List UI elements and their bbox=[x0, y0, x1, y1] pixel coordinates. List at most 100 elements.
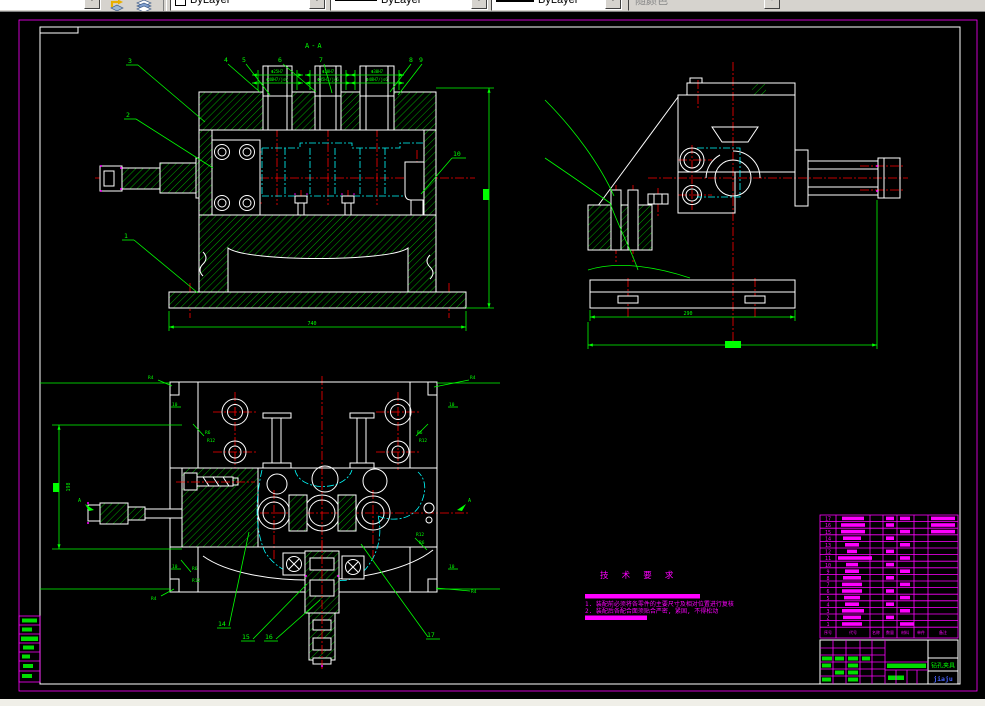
object-properties-toolbar: ▼ ByLayer ▼ ByLayer ▼ ByLayer ▼ 随颜色 ▼ bbox=[0, 0, 985, 12]
chevron-down-icon[interactable]: ▼ bbox=[471, 0, 487, 9]
bom-row-no: 6 bbox=[826, 589, 829, 595]
color-control-value: ByLayer bbox=[190, 0, 231, 6]
bom-row-no: 14 bbox=[825, 536, 831, 542]
radius-label-r12: R12 bbox=[207, 438, 215, 444]
dim-side-base: 290 bbox=[683, 311, 692, 317]
balloon-1: 1 bbox=[124, 232, 128, 240]
balloon-9: 9 bbox=[419, 56, 423, 64]
layer-properties-button[interactable] bbox=[131, 0, 156, 11]
dim-plan-height: 198 bbox=[66, 482, 72, 491]
dim-front-width: 740 bbox=[307, 321, 316, 327]
datum-marker bbox=[53, 483, 59, 492]
tech-req-title: 技 术 要 求 bbox=[600, 570, 677, 581]
clamp-plate-block bbox=[209, 139, 261, 216]
drill-bushing-2 bbox=[314, 65, 342, 131]
datum-marker bbox=[483, 189, 489, 200]
balloon-17: 17 bbox=[427, 631, 435, 639]
clamp-strip bbox=[176, 467, 259, 548]
balloon-5: 5 bbox=[242, 56, 246, 64]
balloon-14: 14 bbox=[218, 620, 226, 628]
bom-header: 材料 bbox=[901, 629, 909, 635]
linetype-control-dropdown[interactable]: ByLayer ▼ bbox=[330, 0, 489, 11]
chevron-down-icon[interactable]: ▼ bbox=[84, 0, 100, 9]
radius-label-r12: R12 bbox=[419, 438, 427, 444]
dim-bushing3-bottom: Φ48H7/js6 bbox=[366, 77, 388, 82]
radius-label-r4: R4 bbox=[471, 589, 477, 595]
layers-icon bbox=[135, 0, 152, 11]
bom-row-no: 2 bbox=[826, 616, 829, 622]
bom-header: 单件 bbox=[917, 629, 925, 635]
bom-row-no: 12 bbox=[825, 550, 831, 556]
linetype-control-value: ByLayer bbox=[381, 0, 422, 6]
dim-bushing1-bottom: Φ40H7/js6 bbox=[266, 77, 288, 82]
bom-row-no: 10 bbox=[825, 563, 831, 569]
bom-row-no: 13 bbox=[825, 543, 831, 549]
bom-header: 名称 bbox=[872, 629, 880, 635]
layer-current-icon bbox=[109, 0, 124, 11]
radius-label-r4: R4 bbox=[151, 596, 157, 602]
status-bar-strip bbox=[0, 699, 985, 706]
balloon-8: 8 bbox=[409, 56, 413, 64]
radius-label-r6: R6 bbox=[205, 430, 211, 436]
bom-row-no: 5 bbox=[826, 596, 829, 602]
chevron-down-icon[interactable]: ▼ bbox=[309, 0, 325, 9]
bom-row-no: 1 bbox=[826, 622, 829, 628]
color-control-dropdown[interactable]: ByLayer ▼ bbox=[170, 0, 327, 11]
tech-req-highlight-bar bbox=[585, 594, 700, 599]
drawing-file-label: jiaju bbox=[933, 675, 953, 683]
section-arrow-label: A bbox=[468, 498, 471, 504]
paper-space-background bbox=[0, 11, 985, 699]
linetype-sample bbox=[335, 0, 377, 1]
balloon-2: 2 bbox=[126, 111, 130, 119]
section-arrow-label: A bbox=[78, 498, 81, 504]
chevron-down-icon[interactable]: ▼ bbox=[605, 0, 621, 9]
bom-row-no: 9 bbox=[826, 569, 829, 575]
radius-label-r12: R12 bbox=[192, 578, 200, 584]
section-label: A-A bbox=[305, 42, 324, 50]
balloon-10: 10 bbox=[453, 150, 461, 158]
balloon-6: 6 bbox=[278, 56, 282, 64]
lineweight-control-dropdown[interactable]: ByLayer ▼ bbox=[491, 0, 623, 11]
radius-label-r4: R4 bbox=[470, 375, 476, 381]
balloon-15: 15 bbox=[242, 633, 250, 641]
chevron-down-icon: ▼ bbox=[764, 0, 780, 9]
bom-row-no: 3 bbox=[826, 609, 829, 615]
balloon-7: 7 bbox=[319, 56, 323, 64]
lineweight-sample bbox=[496, 0, 534, 2]
color-swatch bbox=[175, 0, 186, 6]
dim-bushing2-top: Φ20H7 bbox=[322, 69, 335, 74]
radius-label-r6: R6 bbox=[192, 566, 198, 572]
dim-bushing1-top: Φ25H7 bbox=[271, 69, 284, 74]
bom-header: 序号 bbox=[824, 629, 832, 635]
radius-label-r4: R4 bbox=[148, 375, 154, 381]
make-object-layer-current-button[interactable] bbox=[104, 0, 129, 11]
part-name: 钻孔夹具 bbox=[931, 662, 955, 670]
plot-style-control-dropdown: 随颜色 ▼ bbox=[628, 0, 782, 11]
bom-row-no: 4 bbox=[826, 602, 829, 608]
bom-row-no: 7 bbox=[826, 583, 829, 589]
drill-bushing-1 bbox=[262, 65, 293, 131]
drill-bushing-3 bbox=[359, 65, 395, 131]
bom-row-no: 8 bbox=[826, 576, 829, 582]
tech-req-item-2: 2. 装配后各配合面须贴合严密, 紧固, 不得松动 bbox=[585, 607, 718, 615]
bom-header: 代号 bbox=[849, 629, 857, 635]
tech-req-highlight-bar bbox=[585, 615, 647, 620]
bom-row-no: 17 bbox=[825, 517, 831, 523]
radius-label-r12: R12 bbox=[416, 532, 424, 538]
lineweight-control-value: ByLayer bbox=[538, 0, 579, 6]
dim-bushing3-top: Φ30H7 bbox=[371, 69, 384, 74]
bom-header: 数量 bbox=[886, 629, 894, 635]
cad-application-window: ▼ ByLayer ▼ ByLayer ▼ ByLayer ▼ 随颜色 ▼ A-… bbox=[0, 0, 985, 706]
bom-row-no: 15 bbox=[825, 530, 831, 536]
dim-side-overall-blob bbox=[725, 341, 741, 348]
balloon-4: 4 bbox=[224, 56, 228, 64]
balloon-16: 16 bbox=[265, 633, 273, 641]
bom-row-no: 16 bbox=[825, 523, 831, 529]
drawing-canvas[interactable]: .w{stroke:#fff;fill:none;stroke-width:1}… bbox=[0, 0, 985, 706]
plot-style-value: 随颜色 bbox=[635, 0, 668, 7]
layer-control-dropdown[interactable]: ▼ bbox=[0, 0, 102, 11]
radius-label-r6: R6 bbox=[417, 430, 423, 436]
bom-row-no: 11 bbox=[825, 556, 831, 562]
balloon-3: 3 bbox=[128, 57, 132, 65]
toolbar-separator bbox=[163, 0, 167, 11]
